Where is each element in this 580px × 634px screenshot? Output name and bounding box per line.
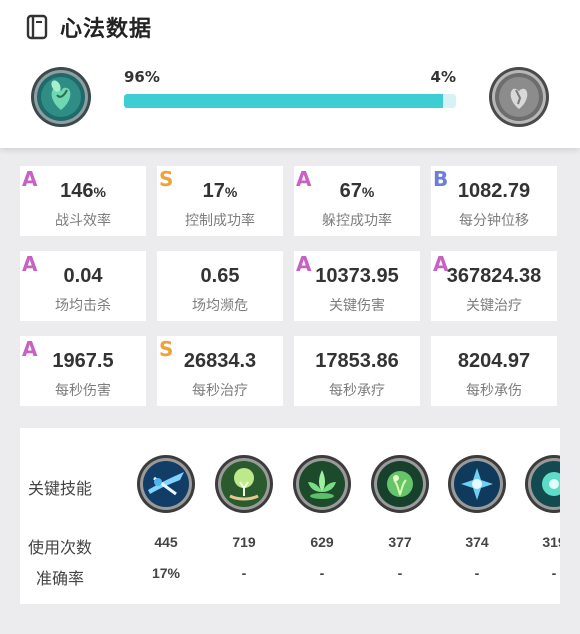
skill-accuracy: 17%: [151, 565, 181, 581]
right-percent-label: 4%: [430, 68, 456, 86]
stat-card-control-success: S 17% 控制成功率: [157, 166, 283, 236]
teal-glow-skill-icon[interactable]: [524, 454, 560, 514]
stat-value: 67%: [339, 180, 375, 202]
grey-heart-emblem-icon: [489, 67, 549, 127]
stat-card-avg-kills: A 0.04 场均击杀: [20, 251, 146, 321]
stat-card-damage-per-second: A 1967.5 每秒伤害: [20, 336, 146, 406]
header-card: 心法数据 96% 4%: [0, 0, 580, 148]
key-skills-card: 关键技能 使用次数 准确率 445 17% 719 - 629 - 377 - …: [20, 428, 560, 604]
left-percent-label: 96%: [124, 68, 160, 86]
stat-label: 每秒治疗: [192, 383, 248, 399]
skill-uses: 319: [542, 534, 560, 550]
stat-value: 0.65: [200, 265, 240, 287]
stat-card-healing-received-per-second: 17853.86 每秒承疗: [294, 336, 420, 406]
stat-label: 每分钟位移: [459, 213, 529, 229]
book-icon: [26, 14, 48, 40]
skill-uses: 374: [465, 534, 489, 550]
stat-label: 躲控成功率: [322, 213, 392, 229]
stat-card-damage-received-per-second: 8204.97 每秒承伤: [431, 336, 557, 406]
stat-label: 控制成功率: [185, 213, 255, 229]
stat-value: 8204.97: [457, 350, 531, 372]
skill-accuracy: -: [319, 565, 325, 581]
stat-label: 关键伤害: [329, 298, 385, 314]
blue-star-splash-skill-icon[interactable]: [447, 454, 507, 514]
stat-value: 367824.38: [446, 265, 542, 287]
key-skills-label: 关键技能: [28, 479, 93, 498]
stat-value: 1082.79: [457, 180, 531, 202]
skill-uses: 719: [232, 534, 256, 550]
stat-card-battle-efficiency: A 146% 战斗效率: [20, 166, 146, 236]
progress-bar-fill: [124, 94, 443, 108]
stat-value: 0.04: [63, 265, 103, 287]
stat-value: 26834.3: [183, 350, 257, 372]
stat-label: 场均濒危: [192, 298, 248, 314]
skill-accuracy: -: [551, 565, 557, 581]
stat-label: 战斗效率: [55, 213, 111, 229]
lotus-flower-skill-icon[interactable]: [292, 454, 352, 514]
skill-uses: 445: [154, 534, 178, 550]
stat-card-movement-per-minute: B 1082.79 每分钟位移: [431, 166, 557, 236]
stat-value: 146%: [60, 180, 106, 202]
stat-card-avg-near-death: 0.65 场均濒危: [157, 251, 283, 321]
skill-accuracy: -: [397, 565, 403, 581]
stat-value: 17%: [202, 180, 238, 202]
stat-card-dodge-control-success: A 67% 躲控成功率: [294, 166, 420, 236]
green-seed-orb-skill-icon[interactable]: [370, 454, 430, 514]
skill-uses: 629: [310, 534, 334, 550]
accuracy-label: 准确率: [36, 569, 85, 588]
stat-label: 每秒承疗: [329, 383, 385, 399]
teal-heart-emblem-icon: [31, 67, 91, 127]
stat-card-key-damage: A 10373.95 关键伤害: [294, 251, 420, 321]
stat-card-key-healing: A 367824.38 关键治疗: [431, 251, 557, 321]
blue-sword-slash-skill-icon[interactable]: [136, 454, 196, 514]
skill-accuracy: -: [474, 565, 480, 581]
stat-label: 每秒承伤: [466, 383, 522, 399]
stat-card-healing-per-second: S 26834.3 每秒治疗: [157, 336, 283, 406]
stat-label: 关键治疗: [466, 298, 522, 314]
skill-uses: 377: [388, 534, 412, 550]
stat-value: 17853.86: [315, 350, 399, 372]
stat-value: 10373.95: [315, 265, 399, 287]
skill-accuracy: -: [241, 565, 247, 581]
stat-label: 场均击杀: [55, 298, 111, 314]
stat-value: 1967.5: [52, 350, 114, 372]
title-row: 心法数据: [26, 12, 152, 42]
uses-label: 使用次数: [28, 538, 93, 557]
progress-bar-track: [124, 94, 456, 108]
stat-label: 每秒伤害: [55, 383, 111, 399]
page-title: 心法数据: [60, 17, 153, 42]
green-tree-hand-skill-icon[interactable]: [214, 454, 274, 514]
